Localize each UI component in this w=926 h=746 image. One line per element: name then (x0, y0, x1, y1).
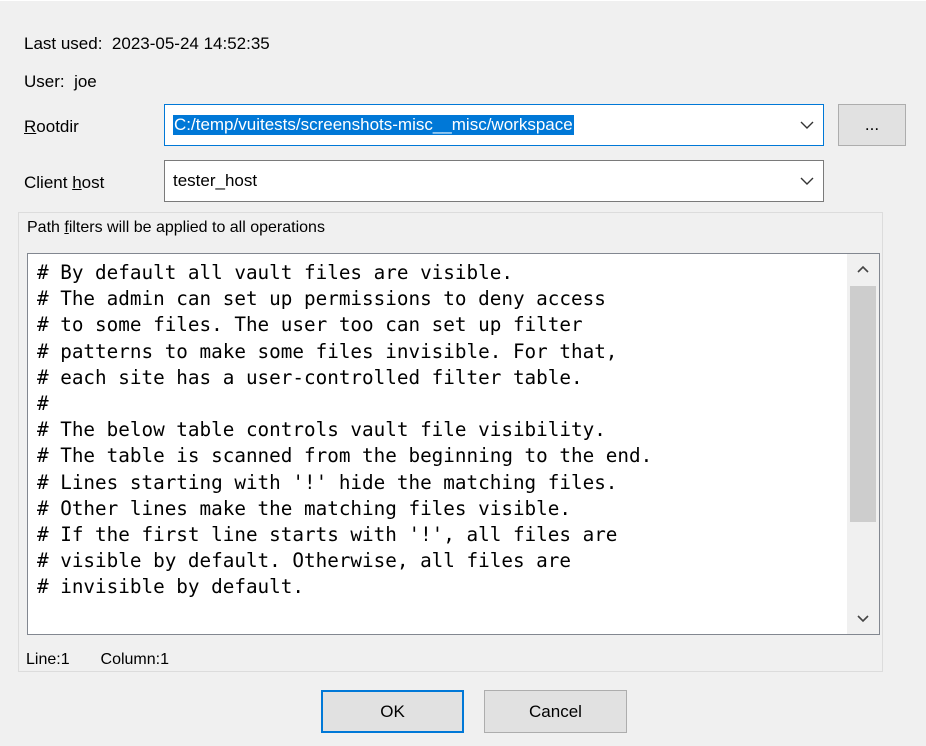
editor-line[interactable]: # If the first line starts with '!', all… (37, 522, 652, 548)
scroll-up-button[interactable] (847, 254, 879, 284)
cancel-button[interactable]: Cancel (484, 690, 627, 733)
column-label: Column: (100, 651, 161, 668)
editor-text[interactable]: # By default all vault files are visible… (37, 260, 652, 601)
last-used-value: 2023-05-24 14:52:35 (111, 34, 270, 53)
chevron-up-icon (857, 265, 869, 273)
ok-button[interactable]: OK (321, 690, 464, 733)
editor-line[interactable]: # By default all vault files are visible… (37, 260, 652, 286)
editor-line[interactable]: # The below table controls vault file vi… (37, 417, 652, 443)
scrollbar-thumb[interactable] (850, 286, 876, 522)
user-row: User: joe (24, 71, 97, 93)
editor-line[interactable]: # Other lines make the matching files vi… (37, 496, 652, 522)
editor-line[interactable]: # (37, 391, 652, 417)
chevron-down-icon[interactable] (799, 117, 815, 133)
client-host-value[interactable]: tester_host (173, 161, 257, 201)
editor-line[interactable]: # visible by default. Otherwise, all fil… (37, 548, 652, 574)
editor-line[interactable]: # The table is scanned from the beginnin… (37, 443, 652, 469)
vertical-scrollbar[interactable] (847, 254, 879, 634)
column-value: 1 (160, 651, 169, 668)
user-label: User: (24, 72, 65, 91)
editor-line[interactable]: # Lines starting with '!' hide the match… (37, 470, 652, 496)
user-value: joe (74, 72, 97, 91)
status-bar: Line:1 Column:1 (26, 651, 169, 669)
rootdir-value[interactable]: C:/temp/vuitests/screenshots-misc__misc/… (173, 105, 574, 145)
chevron-down-icon[interactable] (799, 173, 815, 189)
editor-line[interactable]: # invisible by default. (37, 574, 652, 600)
window-top-edge (0, 0, 926, 1)
browse-button[interactable]: ... (838, 104, 906, 146)
line-value: 1 (60, 651, 70, 668)
editor-line[interactable]: # each site has a user-controlled filter… (37, 365, 652, 391)
last-used-label: Last used: (24, 34, 103, 53)
scroll-down-button[interactable] (847, 604, 879, 634)
path-filters-editor[interactable]: # By default all vault files are visible… (27, 253, 880, 635)
editor-line[interactable]: # The admin can set up permissions to de… (37, 286, 652, 312)
line-label: Line: (26, 651, 61, 668)
path-filters-caption: Path filters will be applied to all oper… (27, 219, 325, 236)
rootdir-combobox[interactable]: C:/temp/vuitests/screenshots-misc__misc/… (164, 104, 824, 146)
chevron-down-icon (857, 615, 869, 623)
editor-line[interactable]: # patterns to make some files invisible.… (37, 339, 652, 365)
rootdir-label: Rootdir (24, 117, 79, 136)
last-used-row: Last used: 2023-05-24 14:52:35 (24, 33, 270, 55)
client-host-combobox[interactable]: tester_host (164, 160, 824, 202)
editor-line[interactable]: # to some files. The user too can set up… (37, 312, 652, 338)
client-host-label: Client host (24, 173, 105, 192)
